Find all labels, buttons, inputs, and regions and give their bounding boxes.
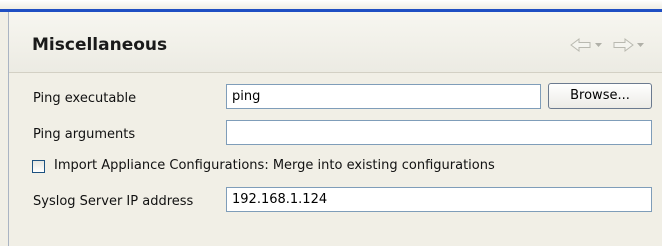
top-strip [0,0,662,8]
back-arrow-icon [570,38,591,52]
import-appliance-checkbox[interactable] [32,160,45,173]
browse-button[interactable]: Browse... [548,83,652,109]
section-header: Miscellaneous [9,12,662,73]
ping-executable-field[interactable]: ping [226,84,541,109]
miscellaneous-pane: Miscellaneous Ping executable ping Brows… [8,12,662,246]
ping-arguments-field[interactable] [226,120,652,145]
ping-arguments-label: Ping arguments [33,127,136,142]
history-navigation [570,38,644,52]
preferences-window: Miscellaneous Ping executable ping Brows… [0,0,662,246]
back-button[interactable] [570,38,602,52]
chevron-down-icon [595,42,602,47]
syslog-server-ip-field[interactable]: 192.168.1.124 [226,187,652,212]
forward-button[interactable] [612,38,644,52]
syslog-server-label: Syslog Server IP address [33,194,194,209]
ping-executable-label: Ping executable [33,91,137,106]
import-appliance-label: Import Appliance Configurations: Merge i… [54,158,495,173]
chevron-down-icon [637,42,644,47]
section-title: Miscellaneous [32,35,168,55]
forward-arrow-icon [613,38,634,52]
